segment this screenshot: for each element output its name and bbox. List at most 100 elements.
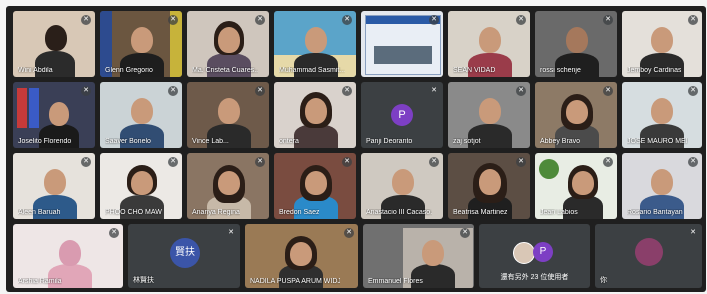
participant-tile[interactable]: ✕ NADILA PUSPA ARUM WIDJA... xyxy=(245,224,358,288)
participant-name: Anastacio III Cacaso... xyxy=(366,209,432,216)
participant-name: rossi schenje xyxy=(540,67,581,74)
person-figure xyxy=(218,98,240,124)
participant-tile[interactable]: P ✕ Panji Deoranto xyxy=(361,82,443,148)
person-figure xyxy=(479,169,501,195)
participant-tile[interactable]: ✕ Bredon Saez xyxy=(274,153,356,219)
mic-muted-icon: ✕ xyxy=(688,157,698,167)
person-figure xyxy=(572,171,594,195)
overflow-tile[interactable]: P 還有另外 23 位使用者 xyxy=(479,224,590,288)
participant-name: 你 xyxy=(600,277,607,284)
person-figure xyxy=(392,169,414,195)
person-figure xyxy=(479,98,501,124)
participant-tile[interactable]: ✕ Arshia Ramila xyxy=(13,224,123,288)
participant-avatar xyxy=(635,238,663,266)
participant-name: ontera xyxy=(279,138,299,145)
mic-muted-icon: ✕ xyxy=(168,15,178,25)
person-figure xyxy=(290,242,312,266)
organization-logo xyxy=(539,159,559,179)
participant-name: 林賢扶 xyxy=(133,277,154,284)
mic-muted-icon: ✕ xyxy=(255,86,265,96)
participant-tile[interactable]: ✕ Jemboy Cardinas xyxy=(622,11,702,77)
participant-tile[interactable]: ✕ Aleen Baruah xyxy=(13,153,95,219)
participant-tile[interactable]: ✕ Wini Abdila xyxy=(13,11,95,77)
participant-name: Vince Lab... xyxy=(192,138,229,145)
participant-tile[interactable]: ✕ Glenn Gregorio xyxy=(100,11,182,77)
participant-tile[interactable]: 賢扶 ✕ 林賢扶 xyxy=(128,224,240,288)
person-figure xyxy=(59,240,81,266)
mic-muted-icon: ✕ xyxy=(342,15,352,25)
mic-muted-icon: ✕ xyxy=(460,228,470,238)
person-figure xyxy=(566,27,588,53)
person-figure xyxy=(305,171,327,195)
person-figure xyxy=(651,98,673,124)
participant-name: zaj sotjot xyxy=(453,138,481,145)
mic-muted-icon: ✕ xyxy=(168,157,178,167)
participant-tile[interactable]: ✕ Muhammad Sasmit... xyxy=(274,11,356,77)
person-figure xyxy=(49,102,69,126)
participant-name: Beatrisa Martinez xyxy=(453,209,508,216)
participant-name: Saaver Bonelo xyxy=(105,138,151,145)
panel-photo xyxy=(374,46,432,64)
event-banner xyxy=(365,15,441,75)
participant-tile[interactable]: ✕ Abbey Bravo xyxy=(535,82,617,148)
person-figure xyxy=(218,27,240,53)
flag-background xyxy=(17,88,27,128)
person-figure xyxy=(305,98,327,124)
mic-muted-icon: ✕ xyxy=(255,157,265,167)
participant-tile[interactable]: ✕ Ananya Regina xyxy=(187,153,269,219)
participant-name: Glenn Gregorio xyxy=(105,67,153,74)
participant-tile[interactable]: ✕ rossi schenje xyxy=(535,11,617,77)
participant-tile[interactable]: ✕ Jean Labios xyxy=(535,153,617,219)
person-figure xyxy=(566,100,588,124)
participant-name: Rosario Bantayan xyxy=(627,209,683,216)
participant-name: Jean Labios xyxy=(540,209,578,216)
participant-tile[interactable]: ✕ Emmanuel Flores xyxy=(363,224,474,288)
mic-muted-icon: ✕ xyxy=(255,15,265,25)
mic-muted-icon: ✕ xyxy=(429,86,439,96)
participant-tile[interactable]: ✕ ontera xyxy=(274,82,356,148)
mic-muted-icon: ✕ xyxy=(429,157,439,167)
participant-name: Aleen Baruah xyxy=(18,209,61,216)
mic-muted-icon: ✕ xyxy=(688,15,698,25)
mic-muted-icon: ✕ xyxy=(516,15,526,25)
person-figure xyxy=(44,169,66,195)
person-figure xyxy=(131,171,153,195)
mic-muted-icon: ✕ xyxy=(688,228,698,238)
participant-tile[interactable]: ✕ Ma. Cristeta Cuares... xyxy=(187,11,269,77)
mic-muted-icon: ✕ xyxy=(516,157,526,167)
participant-tile[interactable]: ✕ Beatrisa Martinez xyxy=(448,153,530,219)
participant-tile[interactable]: ✕ zaj sotjot xyxy=(448,82,530,148)
mic-muted-icon: ✕ xyxy=(168,86,178,96)
mic-muted-icon: ✕ xyxy=(603,15,613,25)
participant-name: Abbey Bravo xyxy=(540,138,581,145)
participant-tile[interactable]: ✕ SEAN VIDAD xyxy=(448,11,530,77)
participant-tile[interactable]: ✕ Rosario Bantayan xyxy=(622,153,702,219)
person-figure xyxy=(651,169,673,195)
flag-background xyxy=(29,88,39,128)
mic-muted-icon: ✕ xyxy=(344,228,354,238)
mic-muted-icon: ✕ xyxy=(688,86,698,96)
participant-name: Muhammad Sasmit... xyxy=(279,67,345,74)
participant-tile[interactable]: ✕ xyxy=(361,11,443,77)
person-figure xyxy=(422,240,444,266)
mic-muted-icon: ✕ xyxy=(109,228,119,238)
participant-tile[interactable]: ✕ Saaver Bonelo xyxy=(100,82,182,148)
participant-name: JOSE MAURO MEI xyxy=(627,138,688,145)
participant-name: Ma. Cristeta Cuares... xyxy=(192,67,258,74)
participant-tile[interactable]: ✕ 你 xyxy=(595,224,702,288)
participant-name: PHOO CHO MAW xyxy=(105,209,162,216)
person-figure xyxy=(305,27,327,53)
mic-muted-icon: ✕ xyxy=(516,86,526,96)
participant-tile[interactable]: ✕ Vince Lab... xyxy=(187,82,269,148)
participant-name: Ananya Regina xyxy=(192,209,240,216)
mic-muted-icon: ✕ xyxy=(81,15,91,25)
participant-tile[interactable]: ✕ JOSE MAURO MEI xyxy=(622,82,702,148)
meeting-video-grid: ✕ Wini Abdila ✕ Glenn Gregorio ✕ Ma. Cri… xyxy=(6,6,706,292)
mic-muted-icon: ✕ xyxy=(603,157,613,167)
participant-name: Wini Abdila xyxy=(18,67,53,74)
participant-tile[interactable]: ✕ PHOO CHO MAW xyxy=(100,153,182,219)
participant-name: Arshia Ramila xyxy=(18,278,62,285)
participant-tile[interactable]: ✕ Joselito Florendo xyxy=(13,82,95,148)
participant-name: Bredon Saez xyxy=(279,209,320,216)
participant-tile[interactable]: ✕ Anastacio III Cacaso... xyxy=(361,153,443,219)
